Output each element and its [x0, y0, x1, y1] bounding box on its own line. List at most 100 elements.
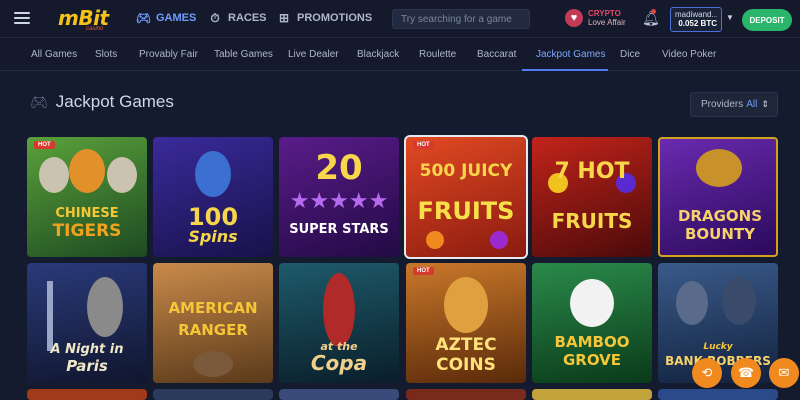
panda-icon	[570, 279, 614, 327]
tab-jackpot-games[interactable]: Jackpot Games	[536, 38, 605, 71]
game-title-line2: FRUITS	[417, 197, 515, 225]
providers-value: All	[746, 99, 758, 110]
tab-roulette[interactable]: Roulette	[419, 38, 456, 71]
game-tile-bamboo-grove[interactable]: BAMBOO GROVE	[532, 263, 652, 383]
tab-blackjack[interactable]: Blackjack	[357, 38, 399, 71]
nav-races[interactable]: ⏱︎ RACES	[208, 11, 267, 25]
game-title-line1: 20	[315, 148, 363, 188]
game-tile-partial[interactable]	[532, 389, 652, 400]
tiger-icon	[39, 157, 69, 193]
game-title-line2: RANGER	[178, 321, 248, 339]
robber-icon	[722, 277, 756, 325]
star-icon: ★★★★★	[289, 189, 389, 214]
gamepad-icon: 🎮︎	[136, 11, 152, 25]
stopwatch-icon: ⏱︎	[210, 11, 220, 25]
game-tile-20-super-stars[interactable]: 20 ★★★★★ SUPER STARS	[279, 137, 399, 257]
heart-icon: ♥	[565, 9, 583, 27]
logo-subtitle: casino	[86, 26, 104, 32]
providers-select[interactable]: Providers All ⇕	[690, 92, 778, 117]
category-tabs: All Games Slots Provably Fair Table Game…	[0, 38, 800, 71]
chat-icon[interactable]: ✉︎	[769, 358, 799, 388]
game-tile-partial[interactable]	[153, 389, 273, 400]
character-icon	[87, 277, 123, 337]
game-title-line2: BOUNTY	[684, 225, 755, 243]
tab-baccarat[interactable]: Baccarat	[477, 38, 516, 71]
tiger-icon	[69, 149, 105, 193]
nav-games-label: GAMES	[156, 12, 197, 24]
hot-badge: HOT	[34, 141, 55, 149]
robber-icon	[676, 281, 708, 325]
game-tile-american-ranger[interactable]: AMERICAN RANGER	[153, 263, 273, 383]
game-title-line2: SUPER STARS	[289, 222, 389, 237]
game-title-line2: FRUITS	[551, 209, 633, 233]
game-title-line2: Paris	[66, 357, 108, 375]
game-tile-partial[interactable]	[27, 389, 147, 400]
gamepad-icon: 🎮︎	[30, 93, 48, 110]
crypto-title: CRYPTO	[588, 9, 621, 18]
game-tile-at-the-copa[interactable]: at the Copa	[279, 263, 399, 383]
game-tile-dragons-bounty[interactable]: DRAGONS BOUNTY	[658, 137, 778, 257]
top-bar: mBit casino 🎮︎ GAMES ⏱︎ RACES ⊞ PROMOTIO…	[0, 0, 800, 38]
game-title-line1: A Night in	[50, 342, 124, 357]
plum-icon	[490, 231, 508, 249]
hot-badge: HOT	[413, 267, 434, 275]
game-title-line1: AZTEC	[435, 335, 497, 355]
nav-promotions-label: PROMOTIONS	[297, 12, 373, 24]
tab-live-dealer[interactable]: Live Dealer	[288, 38, 339, 71]
game-title-line2: Spins	[188, 227, 238, 246]
game-title-line2: GROVE	[562, 351, 622, 369]
support-icon[interactable]: ☎︎	[731, 358, 761, 388]
tab-provably-fair[interactable]: Provably Fair	[139, 38, 198, 71]
history-icon[interactable]: ⟲	[692, 358, 722, 388]
game-tile-a-night-in-paris[interactable]: A Night in Paris	[27, 263, 147, 383]
game-title-line2: COINS	[436, 355, 496, 375]
notification-dot	[651, 9, 656, 14]
tab-all-games[interactable]: All Games	[31, 38, 77, 71]
game-title-line1: CHINESE	[55, 206, 119, 221]
tiger-icon	[107, 157, 137, 193]
game-tile-100-spins[interactable]: 100 Spins	[153, 137, 273, 257]
game-title-line1: 100	[187, 203, 239, 231]
game-tile-partial[interactable]	[658, 389, 778, 400]
game-title-line1: 7 HOT	[554, 159, 630, 184]
hot-badge: HOT	[413, 141, 434, 149]
search-input[interactable]	[392, 9, 530, 29]
game-title-line2: Copa	[310, 351, 368, 375]
game-tile-partial[interactable]	[406, 389, 526, 400]
crypto-subtitle: Love Affair	[588, 18, 626, 27]
game-title-line2: TIGERS	[52, 221, 122, 241]
game-tile-partial[interactable]	[279, 389, 399, 400]
genie-icon	[195, 151, 231, 197]
deposit-button[interactable]: DEPOSIT	[742, 9, 792, 31]
tab-video-poker[interactable]: Video Poker	[662, 38, 716, 71]
game-title-line1: AMERICAN	[168, 299, 258, 317]
crypto-love-affair-promo[interactable]: ♥ CRYPTO Love Affair	[565, 9, 626, 27]
game-title-line1: 500 JUICY	[419, 161, 513, 181]
game-title-line1: BAMBOO	[554, 333, 630, 351]
game-tile-500-juicy-fruits[interactable]: HOT 500 JUICY FRUITS	[404, 135, 528, 259]
game-tile-aztec-coins[interactable]: HOT AZTEC COINS	[406, 263, 526, 383]
game-tile-chinese-tigers[interactable]: HOT CHINESE TIGERS	[27, 137, 147, 257]
nav-races-label: RACES	[228, 12, 267, 24]
aztec-face-icon	[444, 277, 488, 333]
eiffel-tower-icon	[47, 281, 53, 351]
nav-promotions[interactable]: ⊞ PROMOTIONS	[277, 11, 372, 25]
chevron-down-icon[interactable]: ▼	[726, 13, 734, 22]
tab-slots[interactable]: Slots	[95, 38, 117, 71]
dancer-icon	[323, 273, 355, 347]
orange-icon	[426, 231, 444, 249]
account-balance[interactable]: madiwand... 0.052 BTC	[670, 7, 722, 32]
tab-dice[interactable]: Dice	[620, 38, 640, 71]
gift-icon: ⊞	[278, 11, 290, 25]
chevron-updown-icon: ⇕	[761, 99, 769, 109]
tab-table-games[interactable]: Table Games	[214, 38, 273, 71]
active-tab-indicator	[522, 69, 608, 71]
page-title: Jackpot Games	[55, 92, 174, 111]
nav-games[interactable]: 🎮︎ GAMES	[136, 11, 196, 25]
game-title-line1: DRAGONS	[677, 207, 763, 225]
game-tile-hot-fruits[interactable]: 7 HOT FRUITS	[532, 137, 652, 257]
providers-label: Providers	[701, 99, 744, 110]
section-header: 🎮︎ Jackpot Games	[30, 92, 174, 112]
pistol-icon	[193, 351, 233, 377]
menu-icon[interactable]	[14, 12, 30, 24]
